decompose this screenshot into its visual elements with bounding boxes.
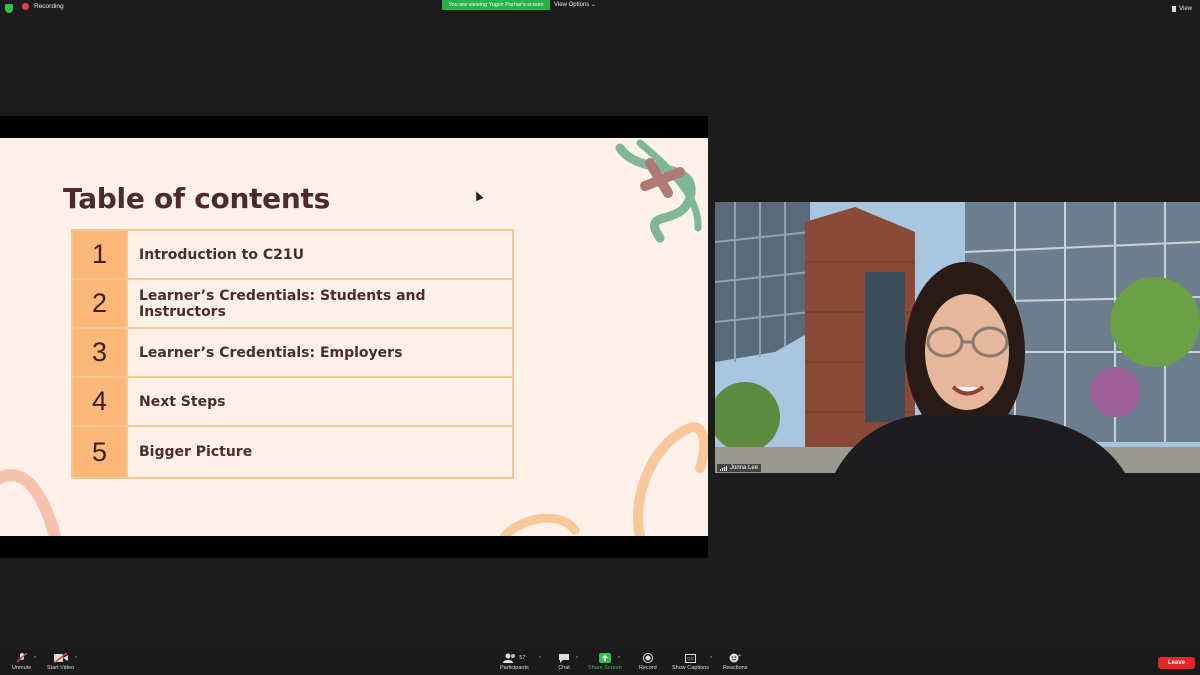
toc-number: 1 [73, 231, 128, 278]
record-icon [642, 653, 653, 663]
toc-row: 2 Learner’s Credentials: Students and In… [73, 280, 512, 329]
chevron-down-icon: ⌄ [590, 2, 596, 8]
shared-screen: Table of contents 1 Introduction to C21U… [0, 116, 708, 558]
participant-name: Jonna Lee [730, 465, 759, 471]
video-feed [715, 202, 1200, 473]
recording-label: Recording [34, 3, 64, 10]
toc-item-text: Introduction to C21U [139, 246, 304, 263]
share-screen-button[interactable]: Share Screen [588, 653, 622, 671]
slide-title: Table of contents [63, 182, 330, 215]
smiley-plus-icon: + [729, 653, 741, 663]
recording-indicator[interactable]: Recording [22, 3, 64, 10]
chat-button[interactable]: Chat [558, 653, 570, 671]
show-captions-button[interactable]: CC Show Captions [672, 653, 709, 671]
share-screen-icon [598, 653, 611, 663]
signal-bars-icon [720, 465, 727, 471]
captions-caret-icon[interactable]: ^ [710, 656, 712, 662]
participant-nametag: Jonna Lee [717, 464, 762, 472]
toc-row: 4 Next Steps [73, 378, 512, 427]
unmute-button[interactable]: Unmute [12, 653, 31, 671]
start-video-button[interactable]: Start Video [47, 653, 74, 671]
record-button[interactable]: Record [639, 653, 657, 671]
svg-text:+: + [738, 653, 741, 659]
muted-microphone-icon [16, 653, 28, 663]
top-bar: Recording You are viewing Yugvir Parhar'… [0, 0, 1200, 18]
participants-icon [503, 653, 516, 663]
record-dot-icon [22, 3, 29, 10]
toc-item-text: Learner’s Credentials: Students and Inst… [139, 287, 426, 320]
chat-caret-icon[interactable]: ^ [576, 656, 578, 662]
toc-item-text: Next Steps [139, 393, 226, 410]
view-options-button[interactable]: View Options ⌄ [554, 1, 596, 8]
closed-captions-icon: CC [685, 653, 696, 663]
toc-number: 4 [73, 378, 128, 425]
participant-count: 57 [519, 655, 526, 661]
meeting-controls-bar: Unmute ^ Start Video ^ 57 Participants ^… [0, 650, 1200, 675]
toc-number: 3 [73, 329, 128, 376]
cc-badge: CC [685, 653, 696, 663]
reactions-button[interactable]: + Reactions [723, 653, 747, 671]
view-icon [1172, 6, 1177, 12]
viewing-screen-banner: You are viewing Yugvir Parhar's screen [442, 0, 550, 10]
presentation-slide: Table of contents 1 Introduction to C21U… [0, 138, 708, 536]
share-caret-icon[interactable]: ^ [618, 656, 620, 662]
chat-bubble-icon [558, 653, 570, 663]
video-options-caret-icon[interactable]: ^ [75, 656, 77, 662]
toc-number: 2 [73, 280, 128, 327]
participant-video-tile[interactable]: Jonna Lee [715, 202, 1200, 473]
toc-number: 5 [73, 427, 128, 477]
audio-options-caret-icon[interactable]: ^ [34, 656, 36, 662]
security-shield-icon[interactable] [5, 4, 13, 13]
leave-button[interactable]: Leave [1158, 657, 1195, 669]
video-off-icon [53, 653, 68, 663]
participants-caret-icon[interactable]: ^ [539, 656, 541, 662]
toc-row: 5 Bigger Picture [73, 427, 512, 477]
toc-row: 3 Learner’s Credentials: Employers [73, 329, 512, 378]
participants-button[interactable]: 57 Participants [500, 653, 529, 671]
toc-item-text: Bigger Picture [139, 444, 253, 460]
table-of-contents: 1 Introduction to C21U 2 Learner’s Crede… [71, 229, 514, 479]
view-button[interactable]: View [1172, 6, 1192, 12]
toc-row: 1 Introduction to C21U [73, 231, 512, 280]
toc-item-text: Learner’s Credentials: Employers [139, 344, 403, 361]
